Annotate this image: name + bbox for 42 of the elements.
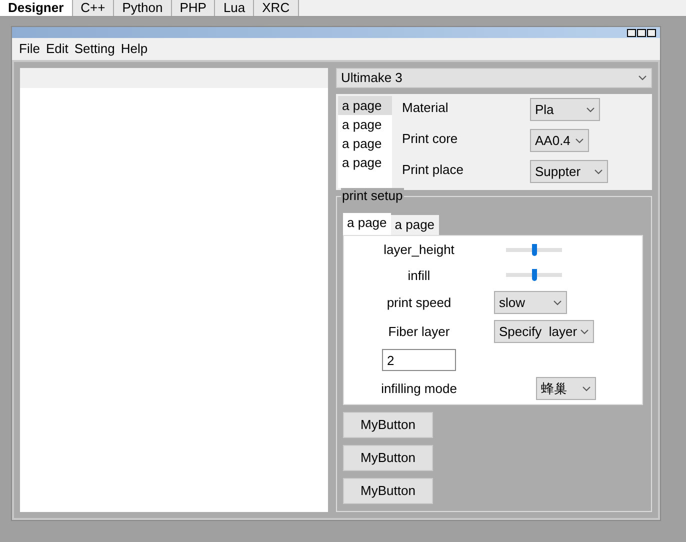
row-label: infilling mode (380, 380, 458, 398)
caret-icon (586, 106, 595, 112)
option-select[interactable]: 蜂巢 (536, 377, 596, 400)
designer-tab[interactable]: XRC (254, 0, 299, 16)
designer-tab[interactable]: C++ (72, 0, 114, 16)
caret-icon (582, 386, 591, 392)
group-title: print setup (341, 188, 404, 204)
caret-icon (575, 138, 584, 144)
setup-tab[interactable]: a page (390, 215, 439, 235)
setting-label: Material (402, 99, 450, 117)
setting-select[interactable]: Suppter (530, 160, 608, 183)
action-button[interactable]: MyButton (343, 445, 433, 471)
menu-item[interactable]: Edit (46, 39, 68, 59)
designer-tab[interactable]: Lua (215, 0, 254, 16)
designer-tab[interactable]: PHP (172, 0, 216, 16)
option-select[interactable]: slow (494, 291, 567, 314)
setting-select[interactable]: Pla (530, 98, 600, 121)
caret-icon (638, 75, 647, 81)
page-list-item[interactable]: a page (338, 96, 392, 115)
menu-item[interactable]: File (19, 39, 40, 59)
setting-label: Print place (402, 161, 464, 179)
option-select[interactable]: Specify layer (494, 320, 594, 343)
number-field[interactable]: 2 (382, 349, 456, 371)
slider-thumb[interactable] (532, 269, 537, 282)
caret-icon (594, 168, 603, 174)
slider-thumb[interactable] (532, 244, 537, 256)
menu-item[interactable]: Help (120, 39, 148, 59)
setting-label: Print core (402, 130, 459, 148)
action-button[interactable]: MyButton (343, 478, 433, 504)
designer-tab[interactable]: Designer (0, 0, 73, 16)
menu-item[interactable]: Setting (74, 39, 115, 59)
setup-tab[interactable]: a page (343, 213, 391, 235)
action-button[interactable]: MyButton (343, 412, 433, 438)
row-label: infill (406, 266, 432, 284)
caret-icon (553, 300, 562, 306)
row-label: layer_height (382, 241, 456, 259)
printer-select[interactable]: Ultimake 3 (336, 68, 652, 88)
row-label: Fiber layer (387, 322, 451, 341)
row-label: print speed (386, 294, 452, 312)
caret-icon (580, 328, 589, 334)
designer-tab[interactable]: Python (114, 0, 172, 16)
setting-select[interactable]: AA0.4 (530, 129, 589, 152)
